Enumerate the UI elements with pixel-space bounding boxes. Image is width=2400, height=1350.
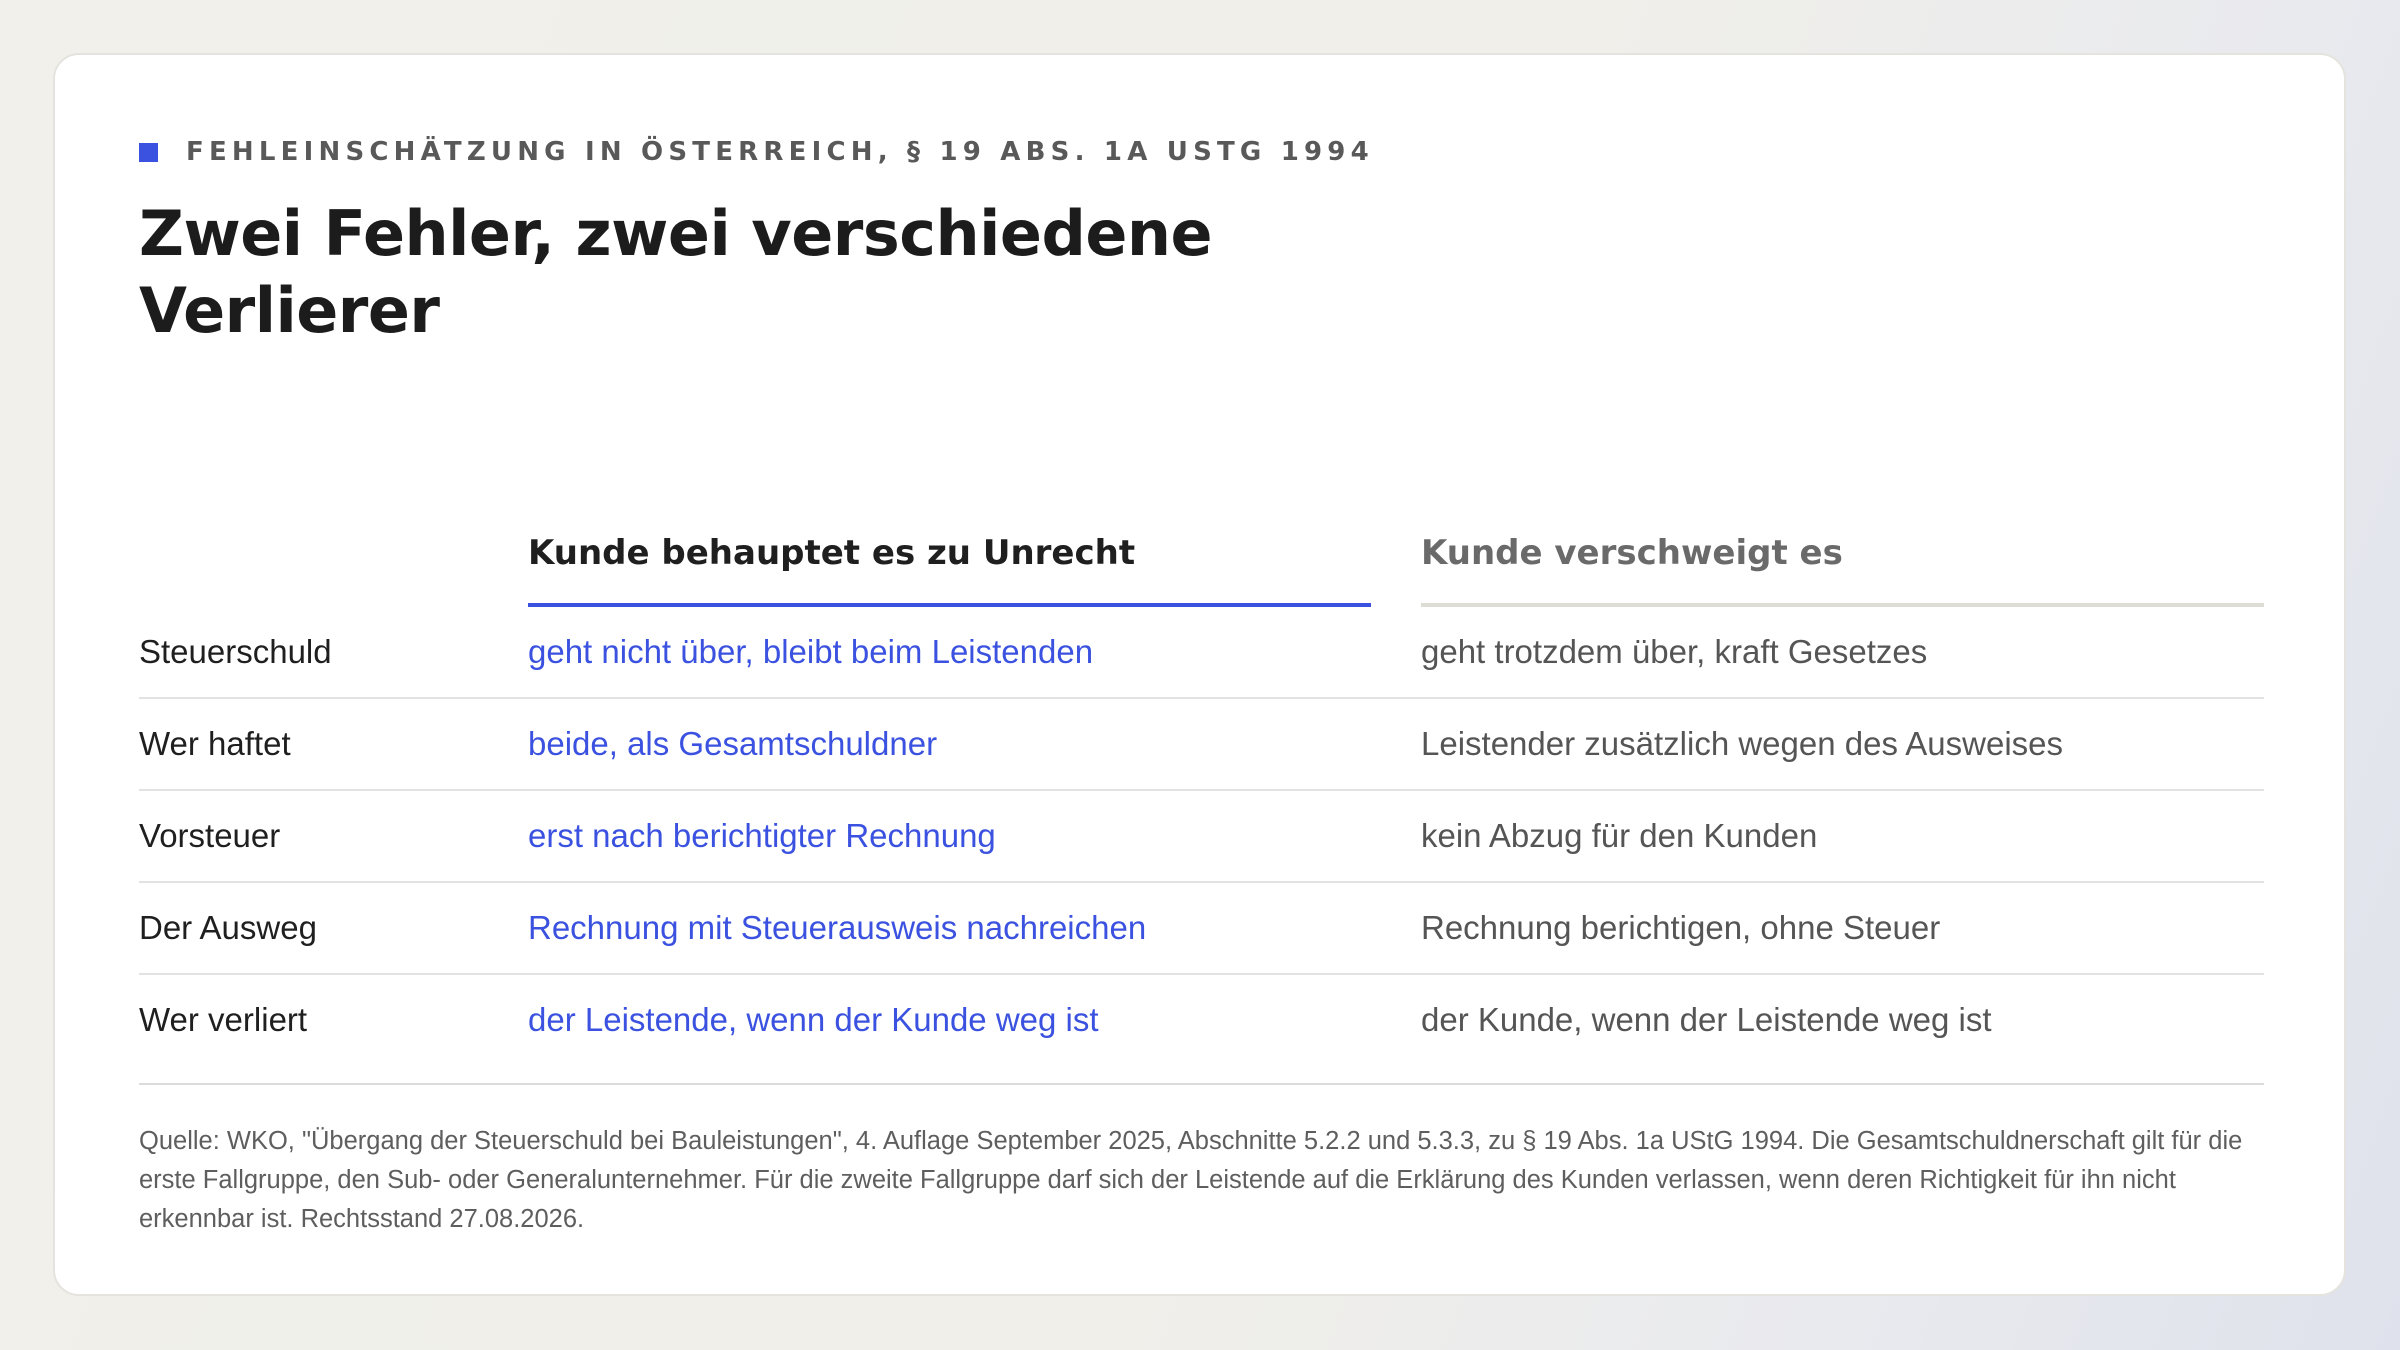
footer-divider <box>139 1083 2264 1085</box>
table-row: Wer verliert der Leistende, wenn der Kun… <box>139 975 2264 1067</box>
comparison-table: Kunde behauptet es zu Unrecht Kunde vers… <box>139 495 2264 1067</box>
cell-behauptet: erst nach berichtigter Rechnung <box>528 817 996 854</box>
table-row: Vorsteuer erst nach berichtigter Rechnun… <box>139 791 2264 883</box>
source-note: Quelle: WKO, "Übergang der Steuerschuld … <box>139 1127 2243 1233</box>
cell-verschweigt: der Kunde, wenn der Leistende weg ist <box>1421 1001 1992 1038</box>
table-row: Wer haftet beide, als Gesamtschuldner Le… <box>139 699 2264 791</box>
row-label: Steuerschuld <box>139 633 332 670</box>
cell-verschweigt: geht trotzdem über, kraft Gesetzes <box>1421 633 1928 670</box>
row-label: Wer verliert <box>139 1001 308 1038</box>
cell-behauptet: beide, als Gesamtschuldner <box>528 725 938 762</box>
cell-verschweigt: Leistender zusätzlich wegen des Ausweise… <box>1421 725 2064 762</box>
eyebrow: FEHLEINSCHÄTZUNG IN ÖSTERREICH, § 19 ABS… <box>139 137 1374 167</box>
row-label: Der Ausweg <box>139 909 317 946</box>
cell-behauptet: der Leistende, wenn der Kunde weg ist <box>528 1001 1099 1038</box>
column-header-verschweigt: Kunde verschweigt es <box>1421 495 2264 607</box>
row-label: Wer haftet <box>139 725 291 762</box>
cell-behauptet: Rechnung mit Steuerausweis nachreichen <box>528 909 1147 946</box>
page-title: Zwei Fehler, zwei verschiedene Verlierer <box>139 197 1213 347</box>
content-card: FEHLEINSCHÄTZUNG IN ÖSTERREICH, § 19 ABS… <box>53 53 2346 1296</box>
accent-square-icon <box>139 142 158 162</box>
cell-verschweigt: Rechnung berichtigen, ohne Steuer <box>1421 909 1941 946</box>
cell-verschweigt: kein Abzug für den Kunden <box>1421 817 1818 854</box>
column-header-behauptet: Kunde behauptet es zu Unrecht <box>528 495 1371 607</box>
table-row: Steuerschuld geht nicht über, bleibt bei… <box>139 607 2264 699</box>
table-row: Der Ausweg Rechnung mit Steuerausweis na… <box>139 883 2264 975</box>
row-label: Vorsteuer <box>139 817 281 854</box>
table-header-row: Kunde behauptet es zu Unrecht Kunde vers… <box>139 495 2264 607</box>
eyebrow-text: FEHLEINSCHÄTZUNG IN ÖSTERREICH, § 19 ABS… <box>186 137 1374 167</box>
cell-behauptet: geht nicht über, bleibt beim Leistenden <box>528 633 1094 670</box>
